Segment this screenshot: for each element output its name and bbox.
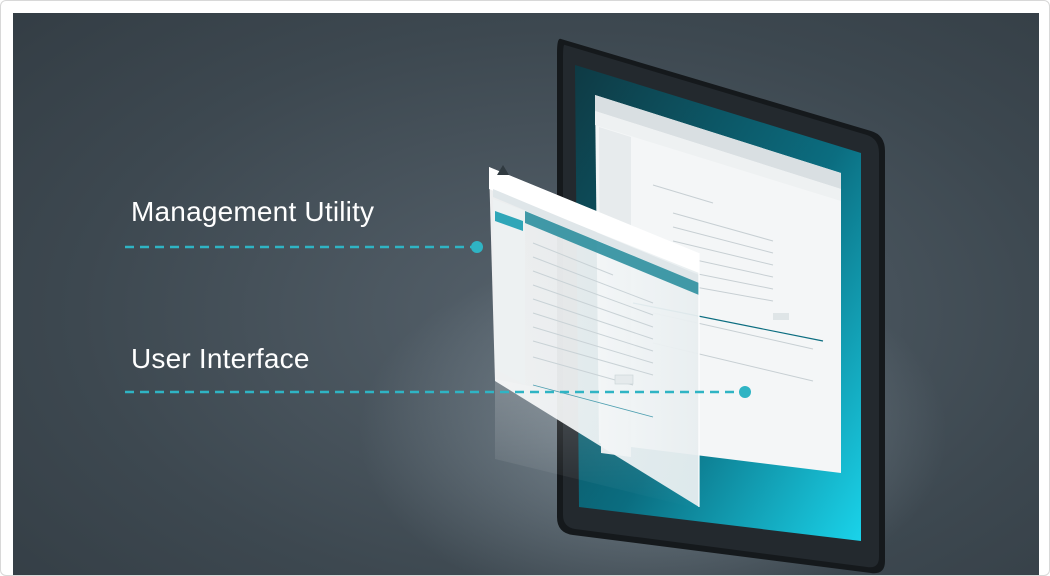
hero-illustration: Management Utility User Interface	[13, 13, 1039, 575]
management-utility-label: Management Utility	[131, 196, 375, 227]
user-interface-label: User Interface	[131, 343, 310, 374]
image-frame: Management Utility User Interface	[0, 0, 1050, 576]
device-illustration	[125, 38, 885, 574]
callout-dot-user-interface	[739, 386, 751, 398]
callout-dot-management	[471, 241, 483, 253]
